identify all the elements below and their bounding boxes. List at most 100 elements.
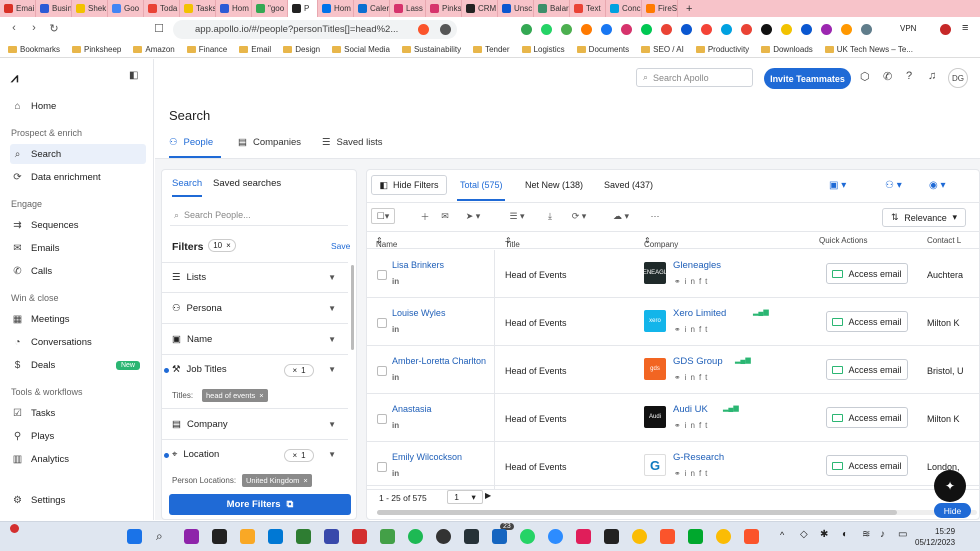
extension-icon[interactable] [521, 24, 532, 35]
browser-tab[interactable]: Toda [144, 0, 180, 17]
extension-icon[interactable] [721, 24, 732, 35]
browser-tab[interactable]: Shek [72, 0, 108, 17]
wifi-icon[interactable]: ≋ [862, 529, 870, 540]
bookmark-item[interactable]: Finance [186, 45, 227, 54]
column-header-title[interactable]: Title ⇕ [505, 236, 520, 249]
apollo-logo[interactable]: ⩘ [11, 70, 18, 86]
bookmark-item[interactable]: Email [239, 45, 271, 54]
browser-tab[interactable]: Tasks [180, 0, 216, 17]
extension-icon[interactable] [701, 24, 712, 35]
extension-icon[interactable] [561, 24, 572, 35]
system-clock[interactable]: 15:29 05/12/2023 [915, 526, 955, 548]
bookmark-item[interactable]: Social Media [332, 45, 390, 54]
invite-teammates-button[interactable]: Invite Teammates [764, 68, 851, 89]
assistant-chat-button[interactable]: ✦ [934, 470, 966, 502]
company-social-links[interactable]: ⚭inft [674, 469, 711, 478]
dropbox-icon[interactable]: ◇ [800, 529, 808, 540]
volume-icon[interactable]: ♪ [880, 529, 885, 540]
bookmark-item[interactable]: Documents [576, 45, 629, 54]
browser-tab[interactable]: Pinks [426, 0, 462, 17]
title-chip[interactable]: head of events × [202, 389, 268, 402]
extension-icon[interactable] [761, 24, 772, 35]
company-name-link[interactable]: GDS Group [673, 356, 723, 367]
browser-tab[interactable]: Goo [108, 0, 144, 17]
bell-icon[interactable]: ♫ [928, 70, 936, 82]
extension-icon[interactable] [861, 24, 872, 35]
linkedin-icon[interactable]: in [392, 469, 399, 478]
bookmark-item[interactable]: UK Tech News – Te... [824, 45, 913, 54]
puzzle-icon[interactable]: ⬡ [860, 70, 870, 83]
more-filters-button[interactable]: More Filters ⧉ [169, 494, 351, 515]
list-add-icon[interactable]: ☰ ▾ [503, 208, 531, 224]
bookmark-item[interactable]: Pinksheep [72, 45, 121, 54]
url-bar[interactable]: app.apollo.io/#/people?personTitles[]=he… [173, 20, 457, 39]
access-email-button[interactable]: Access email [826, 407, 908, 428]
twitter-icon[interactable]: t [705, 469, 711, 478]
filter-tab-saved-searches[interactable]: Saved searches [213, 178, 281, 189]
next-page-icon[interactable]: ▶ [485, 491, 491, 500]
battery-icon[interactable]: ▭ [898, 529, 907, 540]
brave-shield-icon[interactable] [418, 24, 429, 35]
sidebar-item-emails[interactable]: ✉ Emails [10, 238, 146, 258]
select-all-checkbox[interactable]: ☐▾ [371, 208, 395, 224]
taskbar-app-icon[interactable] [492, 529, 507, 544]
sidebar-item-deals[interactable]: $ Deals New [10, 355, 146, 375]
whatsapp-icon[interactable] [520, 529, 535, 544]
browser-tab[interactable]: "goo [252, 0, 288, 17]
mail-icon[interactable]: ✉ [437, 208, 453, 224]
search-people-input[interactable]: ⌕ Search People... [170, 205, 348, 226]
spotify-icon[interactable] [408, 529, 423, 544]
sidebar-item-analytics[interactable]: ▥ Analytics [10, 449, 146, 469]
link-icon[interactable]: ⚭ [674, 421, 685, 430]
taskbar-app-icon[interactable] [464, 529, 479, 544]
tab-net-new[interactable]: Net New (138) [525, 180, 583, 190]
hide-widget-button[interactable]: Hide [934, 503, 971, 518]
reload-icon[interactable]: ↻ [46, 22, 62, 35]
filter-count-pill[interactable]: × 1 [284, 449, 314, 462]
linkedin-icon[interactable]: in [685, 277, 699, 286]
chrome-icon[interactable] [632, 529, 647, 544]
linkedin-icon[interactable]: in [685, 373, 699, 382]
extension-icon[interactable] [601, 24, 612, 35]
filters-scrollbar[interactable] [351, 265, 354, 350]
extension-icon[interactable] [801, 24, 812, 35]
linkedin-icon[interactable]: in [392, 421, 399, 430]
link-icon[interactable]: ⚭ [674, 325, 685, 334]
vpn-label[interactable]: VPN [900, 24, 916, 33]
linkedin-icon[interactable]: in [685, 469, 699, 478]
phone-icon[interactable]: ✆ [883, 70, 892, 83]
extension-icon[interactable] [821, 24, 832, 35]
filter-count-pill[interactable]: 10 × [208, 239, 236, 252]
browser-tab[interactable]: Text [570, 0, 606, 17]
menu-icon[interactable]: ≡ [962, 22, 968, 34]
row-checkbox[interactable] [377, 462, 387, 472]
brave-icon[interactable] [660, 529, 675, 544]
browser-tab[interactable]: Hom [216, 0, 252, 17]
person-name-link[interactable]: Amber-Loretta Charlton [392, 356, 486, 366]
twitter-icon[interactable]: t [705, 373, 711, 382]
company-logo[interactable]: G [644, 454, 666, 476]
column-header-company[interactable]: Company ⇕ [644, 236, 678, 249]
taskbar-app-icon[interactable] [324, 529, 339, 544]
bookmark-item[interactable]: Design [283, 45, 320, 54]
bookmark-item[interactable]: Logistics [521, 45, 565, 54]
browser-tab[interactable]: Emai [0, 0, 36, 17]
row-checkbox[interactable] [377, 366, 387, 376]
taskbar-app-icon[interactable] [268, 529, 283, 544]
briefcase-icon[interactable]: ▣ ▾ [829, 180, 846, 191]
collapse-sidebar-icon[interactable]: ◧ [129, 70, 138, 81]
brave-icon[interactable] [744, 529, 759, 544]
bookmark-item[interactable]: Amazon [133, 45, 175, 54]
page-select[interactable]: 1 ▾ [447, 490, 483, 504]
bookmark-item[interactable]: Downloads [761, 45, 813, 54]
company-name-link[interactable]: Audi UK [673, 404, 708, 415]
slack-icon[interactable] [576, 529, 591, 544]
windows-start-icon[interactable] [127, 529, 142, 544]
table-row[interactable]: Emily Wilcockson in Head of Events G G-Resea… [367, 442, 979, 490]
app-tray-icon[interactable]: ◐ [842, 529, 848, 540]
bookmark-icon[interactable]: ☐ [151, 22, 167, 35]
more-options-icon[interactable]: ⋯ [647, 208, 663, 224]
global-search-input[interactable]: ⌕ Search Apollo [636, 68, 753, 87]
avatar[interactable]: DG [948, 68, 968, 88]
close-icon[interactable]: × [303, 476, 307, 485]
